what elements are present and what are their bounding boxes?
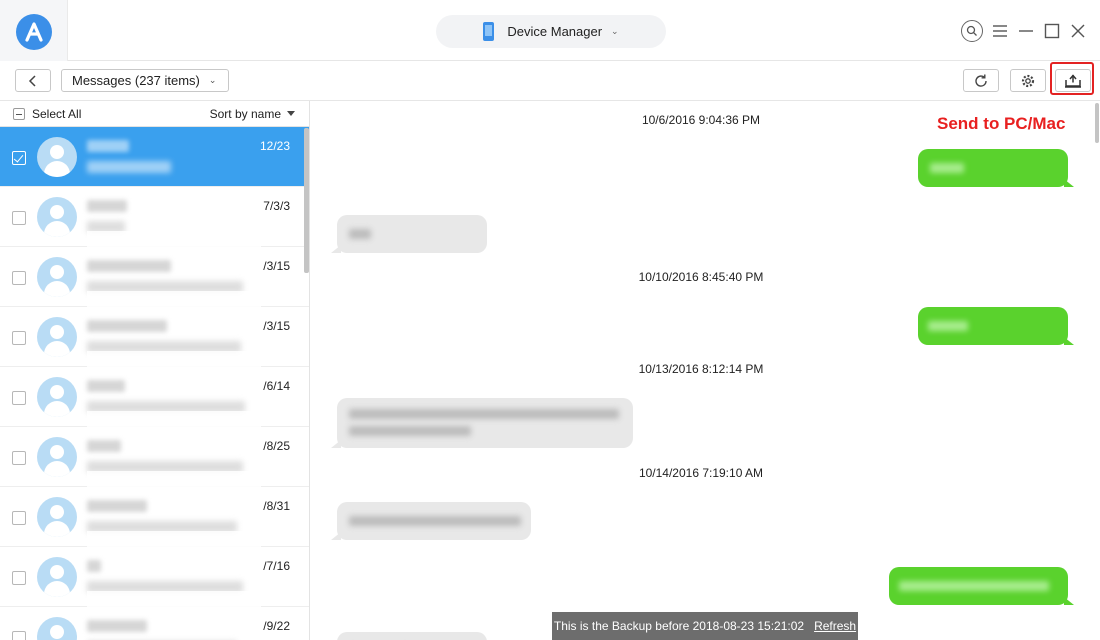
sort-label: Sort by name bbox=[209, 106, 281, 121]
row-date: 7/3/3 bbox=[263, 199, 290, 213]
blurred-contact-name bbox=[87, 620, 147, 632]
blurred-contact-name bbox=[87, 260, 171, 272]
row-date: /8/25 bbox=[263, 439, 290, 453]
category-label: Messages (237 items) bbox=[72, 73, 200, 88]
contact-row[interactable]: /7/16 bbox=[0, 547, 309, 607]
message-timestamp: 10/10/2016 8:45:40 PM bbox=[638, 270, 764, 284]
select-all-label: Select All bbox=[32, 106, 82, 121]
row-date: /3/15 bbox=[263, 319, 290, 333]
contact-row[interactable]: /8/31 bbox=[0, 487, 309, 547]
search-icon[interactable] bbox=[961, 19, 983, 42]
row-checkbox[interactable] bbox=[12, 211, 26, 225]
contact-row[interactable]: 7/3/3 bbox=[0, 187, 309, 247]
message-timestamp: 10/13/2016 8:12:14 PM bbox=[638, 362, 764, 376]
blurred-message-preview bbox=[87, 161, 171, 173]
blurred-contact-name bbox=[87, 380, 125, 392]
row-checkbox[interactable] bbox=[12, 151, 26, 165]
row-checkbox[interactable] bbox=[12, 331, 26, 345]
phone-icon bbox=[483, 22, 495, 41]
avatar bbox=[37, 437, 77, 477]
back-button[interactable] bbox=[15, 69, 51, 92]
chevron-down-icon: ⌄ bbox=[611, 26, 619, 36]
row-checkbox[interactable] bbox=[12, 571, 26, 585]
avatar bbox=[37, 197, 77, 237]
blurred-contact-name bbox=[87, 140, 129, 152]
avatar bbox=[37, 617, 77, 640]
settings-button[interactable] bbox=[1010, 69, 1046, 92]
contact-row[interactable]: /3/15 bbox=[0, 247, 309, 307]
sort-dropdown[interactable]: Sort by name bbox=[210, 107, 295, 121]
row-checkbox[interactable] bbox=[12, 631, 26, 640]
title-bar: Device Manager ⌄ bbox=[0, 0, 1100, 61]
contact-row[interactable]: /8/25 bbox=[0, 427, 309, 487]
minimize-icon[interactable] bbox=[1013, 18, 1038, 43]
toolbar: Messages (237 items) ⌄ bbox=[0, 61, 1100, 101]
back-icon bbox=[28, 74, 36, 87]
device-selector[interactable]: Device Manager ⌄ bbox=[436, 15, 666, 48]
select-all-checkbox[interactable]: Select All bbox=[13, 107, 81, 121]
contact-row[interactable]: /9/22 bbox=[0, 607, 309, 640]
list-scrollbar[interactable] bbox=[304, 128, 309, 273]
blurred-contact-name bbox=[87, 320, 167, 332]
outgoing-message-bubble bbox=[918, 149, 1074, 187]
close-icon[interactable] bbox=[1065, 18, 1090, 43]
avatar bbox=[37, 257, 77, 297]
incoming-message-bubble bbox=[337, 632, 487, 640]
row-checkbox[interactable] bbox=[12, 271, 26, 285]
refresh-button[interactable] bbox=[963, 69, 999, 92]
contact-row[interactable]: /3/15 bbox=[0, 307, 309, 367]
incoming-message-bubble bbox=[331, 215, 487, 253]
row-checkbox[interactable] bbox=[12, 511, 26, 525]
gear-icon bbox=[1021, 74, 1035, 87]
avatar bbox=[37, 137, 77, 177]
row-date: /7/16 bbox=[263, 559, 290, 573]
blurred-contact-name bbox=[87, 440, 121, 452]
device-label: Device Manager bbox=[507, 24, 603, 39]
contact-row[interactable]: 12/23 bbox=[0, 127, 309, 187]
avatar bbox=[37, 377, 77, 417]
outgoing-message-bubble bbox=[889, 567, 1074, 605]
incoming-message-bubble bbox=[331, 398, 633, 448]
message-timestamp: 10/6/2016 9:04:36 PM bbox=[641, 113, 761, 127]
avatar bbox=[37, 317, 77, 357]
checkbox-icon bbox=[13, 107, 25, 120]
blurred-contact-name bbox=[87, 500, 147, 512]
send-to-pc-button[interactable] bbox=[1055, 69, 1091, 92]
menu-icon[interactable] bbox=[987, 18, 1012, 43]
chevron-down-icon: ⌄ bbox=[208, 75, 217, 85]
refresh-icon bbox=[975, 74, 987, 87]
row-date: /9/22 bbox=[263, 619, 290, 633]
row-date: /3/15 bbox=[263, 259, 290, 273]
contact-list-panel: Select All Sort by name 12/23 7/3/3 /3/1… bbox=[0, 101, 310, 640]
window-controls bbox=[960, 18, 1090, 43]
send-to-pc-icon bbox=[1065, 73, 1081, 88]
blurred-contact-name bbox=[87, 560, 101, 572]
contact-row[interactable]: /6/14 bbox=[0, 367, 309, 427]
logo-area bbox=[0, 0, 68, 61]
incoming-message-bubble bbox=[331, 502, 531, 540]
avatar bbox=[37, 557, 77, 597]
refresh-link[interactable]: Refresh bbox=[814, 619, 856, 633]
message-timestamp: 10/14/2016 7:19:10 AM bbox=[638, 466, 764, 480]
conversation-scrollbar[interactable] bbox=[1095, 103, 1099, 143]
row-date: /6/14 bbox=[263, 379, 290, 393]
category-dropdown[interactable]: Messages (237 items) ⌄ bbox=[61, 69, 229, 92]
avatar bbox=[37, 497, 77, 537]
maximize-icon[interactable] bbox=[1039, 18, 1064, 43]
row-date: 12/23 bbox=[259, 139, 290, 153]
backup-banner: This is the Backup before 2018-08-23 15:… bbox=[552, 612, 858, 640]
app-logo-icon bbox=[16, 14, 52, 50]
backup-banner-text: This is the Backup before 2018-08-23 15:… bbox=[553, 619, 805, 633]
conversation-panel: 10/6/2016 9:04:36 PM 10/10/2016 8:45:40 … bbox=[311, 101, 1100, 640]
row-date: /8/31 bbox=[263, 499, 290, 513]
row-checkbox[interactable] bbox=[12, 451, 26, 465]
row-checkbox[interactable] bbox=[12, 391, 26, 405]
triangle-down-icon bbox=[287, 111, 295, 116]
blurred-contact-name bbox=[87, 200, 127, 212]
outgoing-message-bubble bbox=[918, 307, 1074, 345]
list-header: Select All Sort by name bbox=[0, 101, 309, 127]
